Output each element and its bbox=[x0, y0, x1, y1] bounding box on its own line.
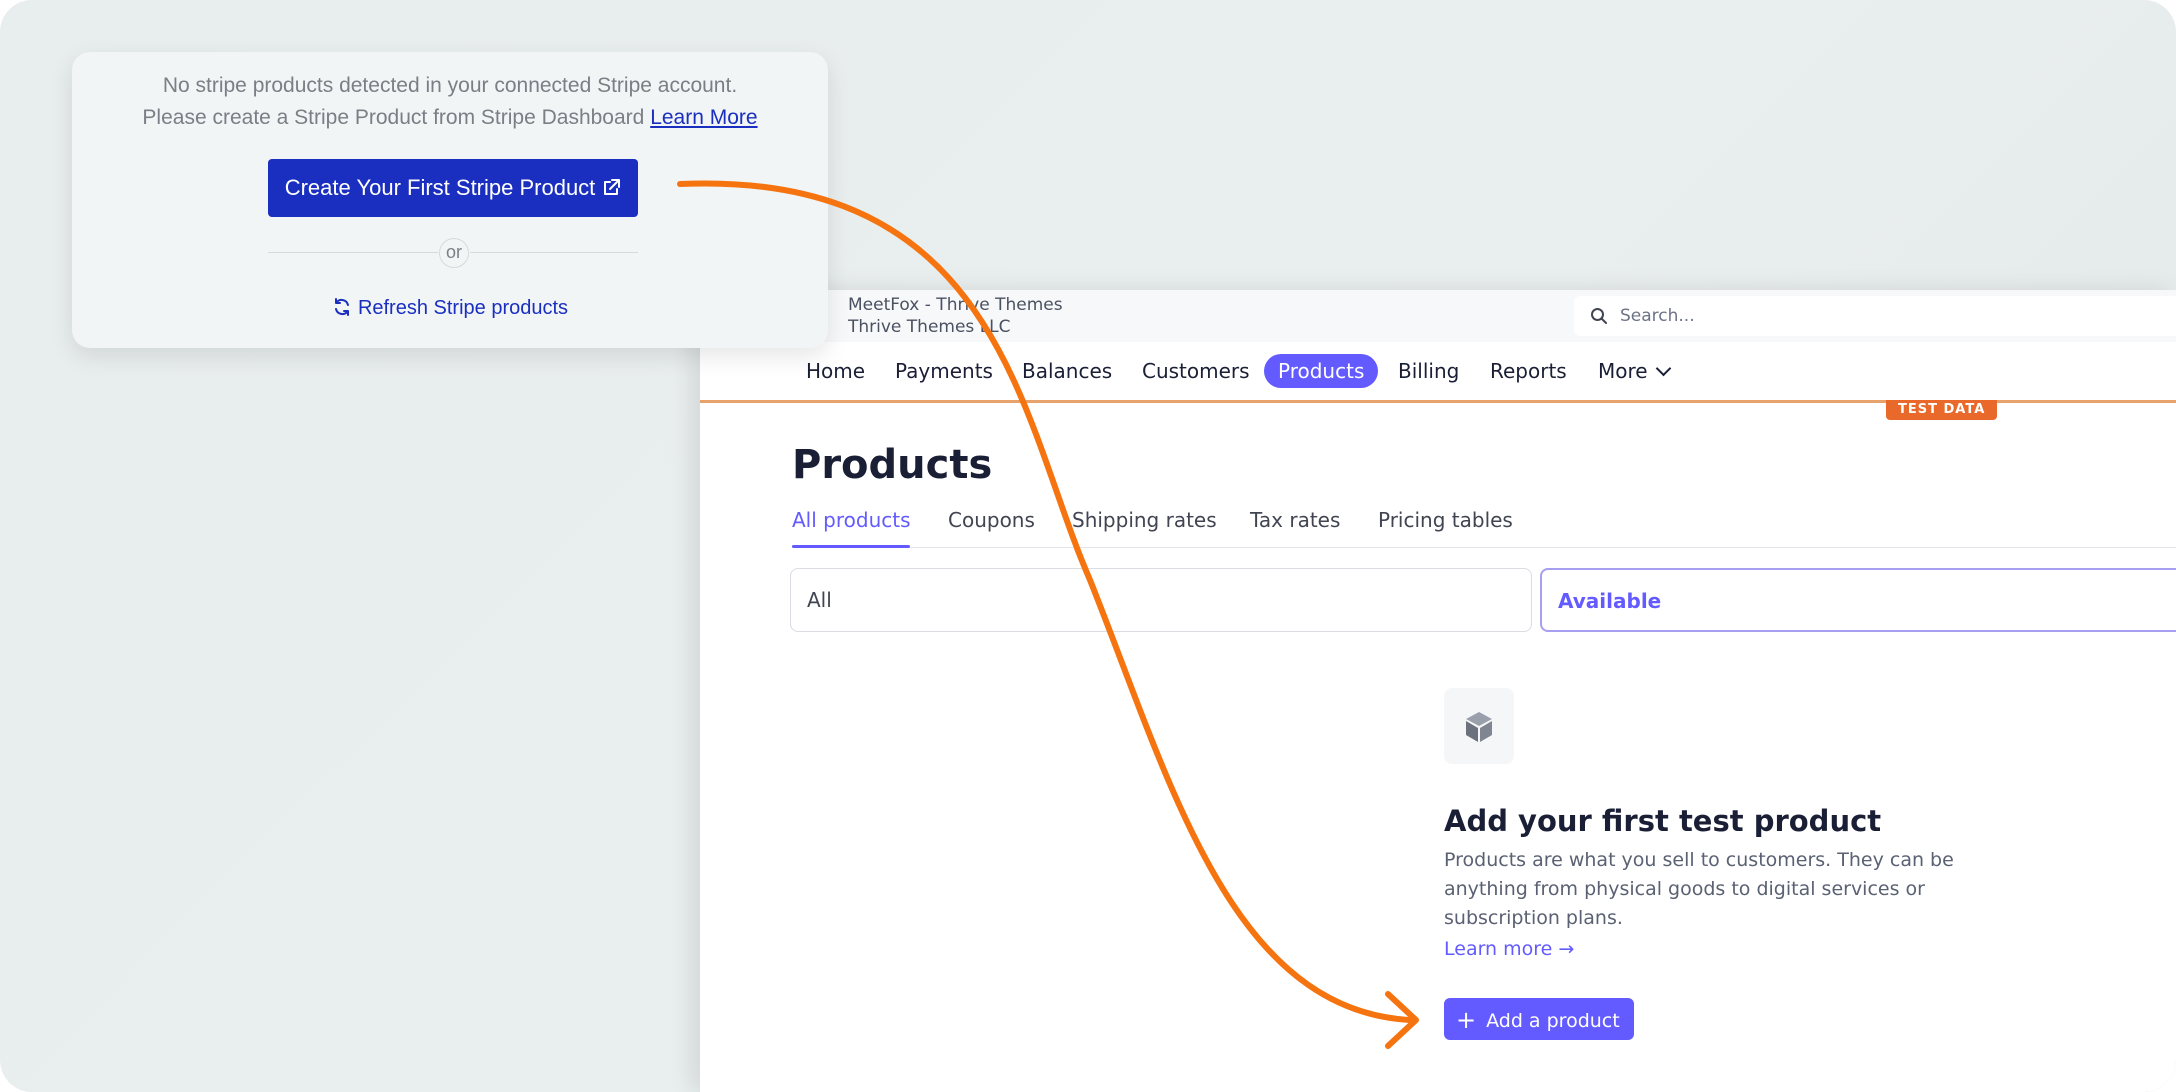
refresh-products-label: Refresh Stripe products bbox=[357, 297, 569, 319]
chevron-down-icon bbox=[1655, 360, 1671, 377]
nav-more-label: More bbox=[1598, 359, 1648, 383]
page-title: Products bbox=[792, 442, 993, 488]
or-separator: or bbox=[439, 238, 469, 268]
canvas: MeetFox - Thrive Themes Thrive Themes LL… bbox=[0, 0, 2176, 1092]
tab-all-products[interactable]: All products bbox=[792, 508, 911, 532]
filter-available[interactable]: Available bbox=[1540, 568, 2176, 632]
nav-balances[interactable]: Balances bbox=[1022, 354, 1112, 388]
nav-home[interactable]: Home bbox=[806, 354, 865, 388]
filter-all[interactable]: All bbox=[790, 568, 1532, 632]
account-company: Thrive Themes LLC bbox=[848, 317, 1011, 337]
no-products-message: No stripe products detected in your conn… bbox=[162, 74, 738, 97]
nav-payments[interactable]: Payments bbox=[895, 354, 993, 388]
create-first-product-button[interactable]: Create Your First Stripe Product bbox=[268, 159, 638, 217]
test-data-badge: TEST DATA bbox=[1886, 400, 1998, 420]
plus-icon: + bbox=[1456, 1006, 1477, 1034]
learn-more-link[interactable]: Learn more → bbox=[1444, 938, 1574, 960]
search-placeholder: Search... bbox=[1620, 306, 1695, 326]
search-input[interactable]: Search... bbox=[1574, 296, 2176, 336]
learn-more-link[interactable]: Learn More bbox=[650, 106, 757, 129]
add-product-button[interactable]: + Add a product bbox=[1444, 998, 1634, 1040]
nav-customers[interactable]: Customers bbox=[1142, 354, 1250, 388]
refresh-icon bbox=[334, 298, 349, 316]
external-link-icon bbox=[604, 179, 621, 195]
stripe-dashboard-screenshot: MeetFox - Thrive Themes Thrive Themes LL… bbox=[700, 290, 2176, 1092]
tab-coupons[interactable]: Coupons bbox=[948, 508, 1035, 532]
package-icon bbox=[1444, 688, 1514, 764]
tab-shipping-rates[interactable]: Shipping rates bbox=[1072, 508, 1217, 532]
create-product-hint-text: Please create a Stripe Product from Stri… bbox=[142, 106, 645, 129]
nav-products[interactable]: Products bbox=[1264, 354, 1379, 388]
nav-more[interactable]: More bbox=[1598, 354, 1671, 388]
stripe-top-bar: MeetFox - Thrive Themes Thrive Themes LL… bbox=[700, 290, 2176, 342]
search-icon bbox=[1591, 308, 1607, 324]
active-tab-indicator bbox=[792, 545, 910, 548]
empty-state-description: Products are what you sell to customers.… bbox=[1444, 849, 1954, 929]
divider-left bbox=[268, 252, 438, 253]
create-first-product-label: Create Your First Stripe Product bbox=[284, 175, 596, 200]
empty-state-title: Add your first test product bbox=[1444, 804, 1882, 838]
product-tabs: All products Coupons Shipping rates Tax … bbox=[792, 508, 2176, 548]
account-name: MeetFox - Thrive Themes bbox=[848, 295, 1063, 315]
create-product-hint: Please create a Stripe Product from Stri… bbox=[72, 106, 828, 130]
refresh-products-link[interactable]: Refresh Stripe products bbox=[72, 294, 828, 320]
tab-tax-rates[interactable]: Tax rates bbox=[1250, 508, 1340, 532]
divider-right bbox=[470, 252, 638, 253]
main-nav: Home Payments Balances Customers Product… bbox=[700, 348, 2176, 392]
no-products-card: No stripe products detected in your conn… bbox=[72, 52, 828, 348]
add-product-label: Add a product bbox=[1486, 1010, 1620, 1032]
nav-reports[interactable]: Reports bbox=[1490, 354, 1567, 388]
nav-billing[interactable]: Billing bbox=[1398, 354, 1459, 388]
tab-pricing-tables[interactable]: Pricing tables bbox=[1378, 508, 1513, 532]
